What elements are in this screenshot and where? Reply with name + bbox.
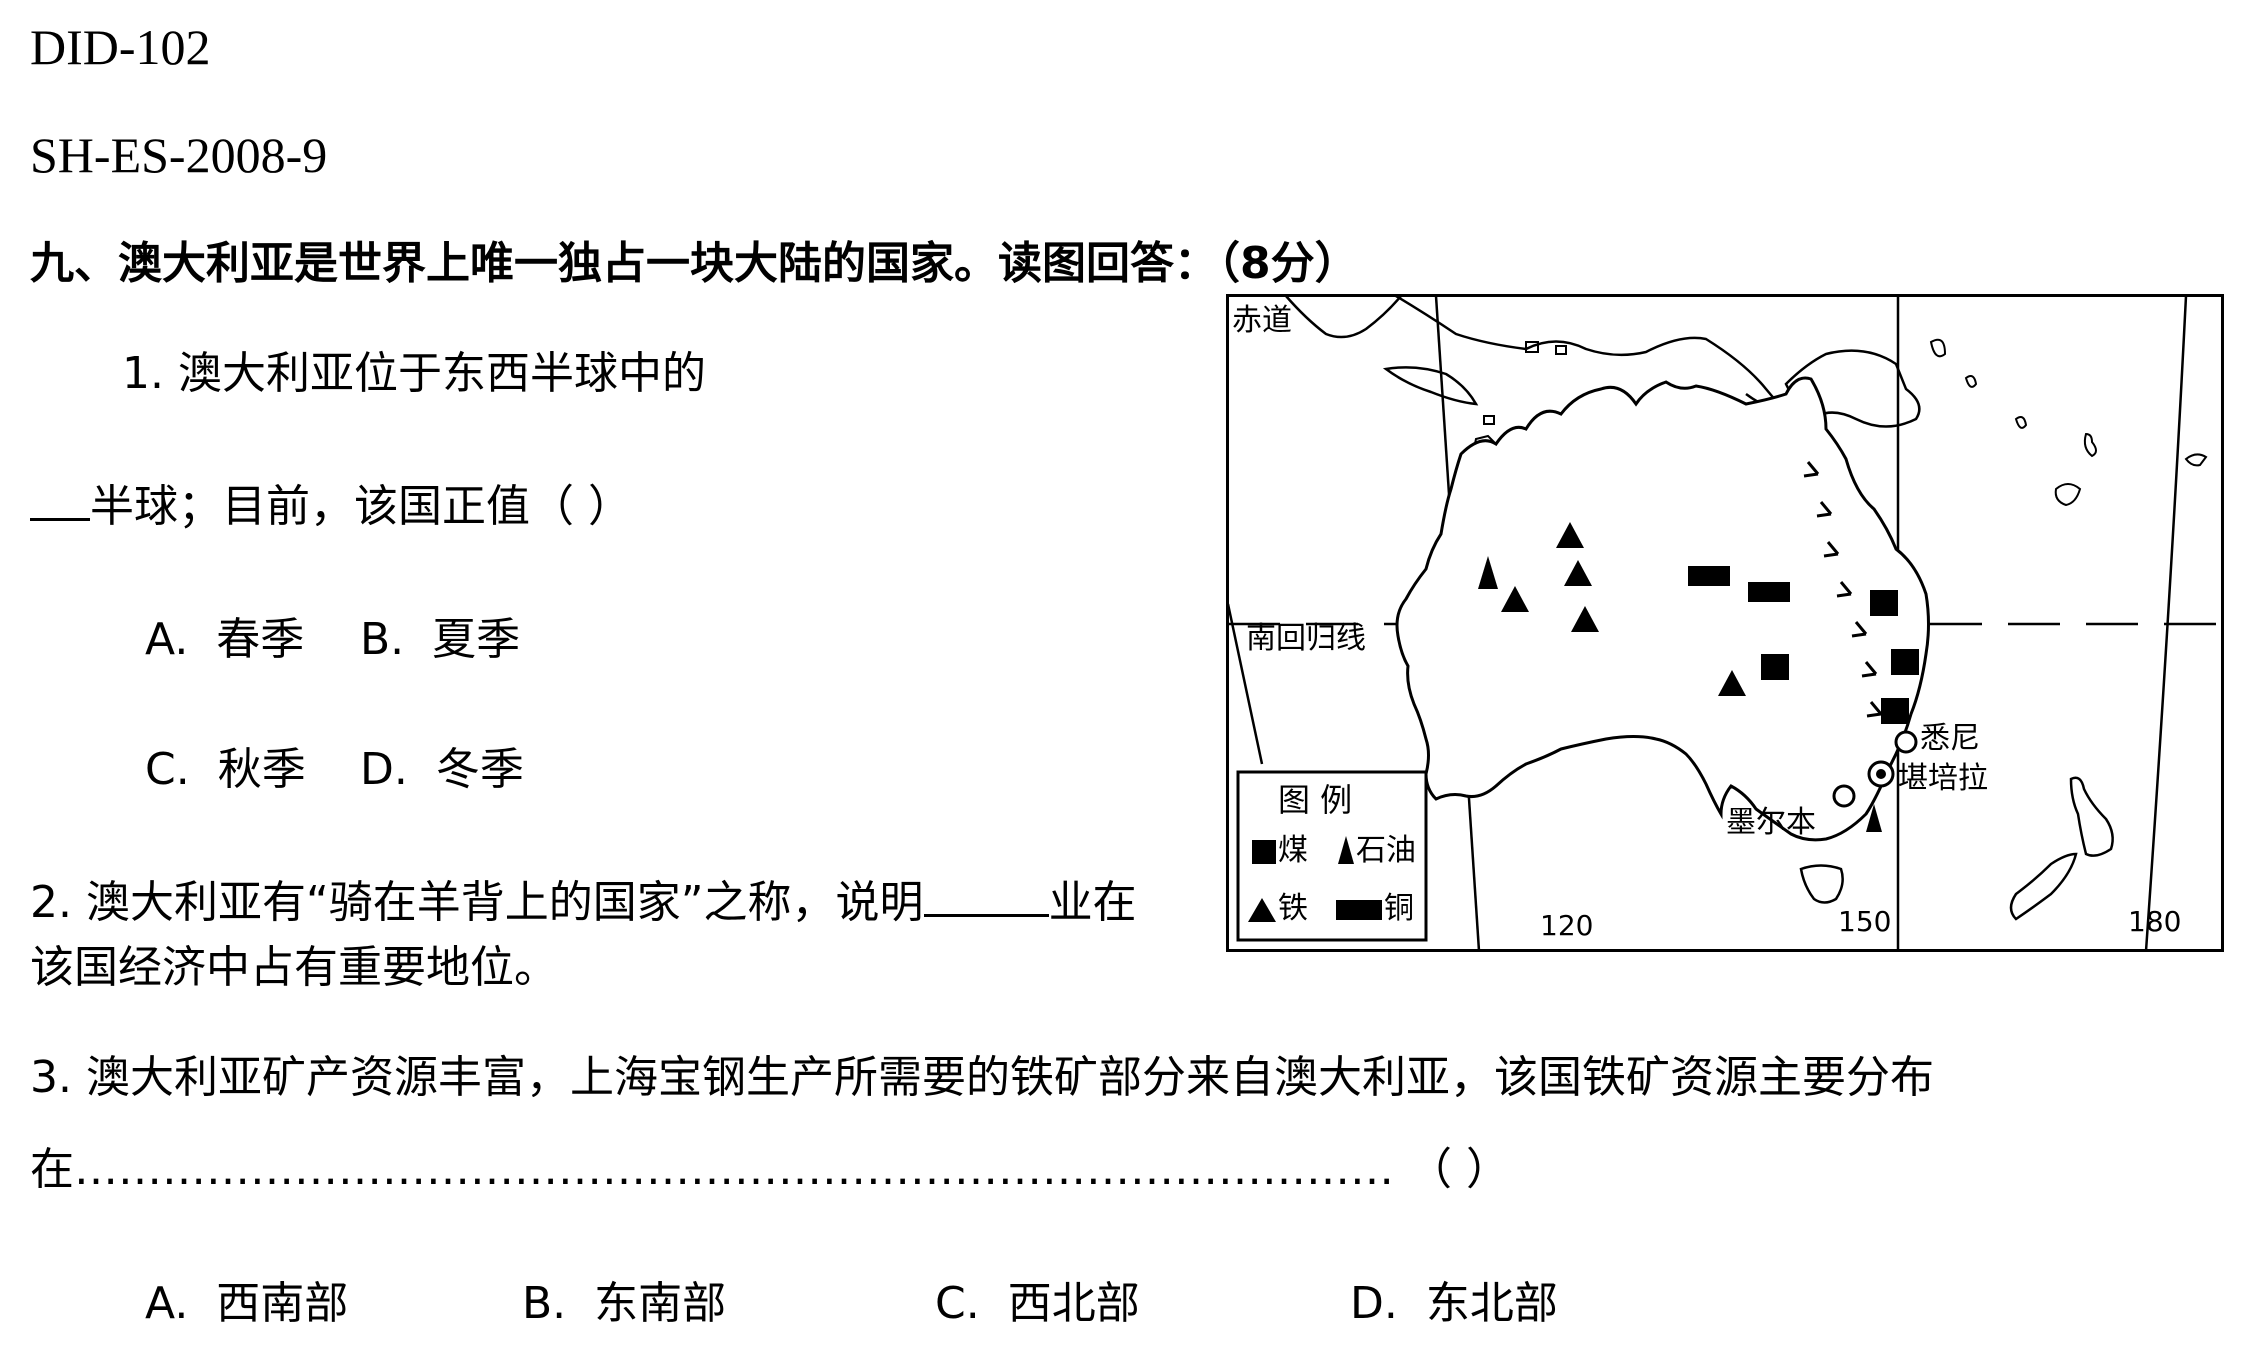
equator-label: 赤道: [1232, 303, 1292, 338]
capital-dot: [1876, 769, 1886, 779]
legend-iron-label: 铁: [1278, 891, 1308, 926]
coal-icon: [1761, 654, 1789, 680]
australia-map: 赤道 南回归线 120 150 180 悉尼 堪培拉 墨尔本 图 例 煤 石油 …: [1226, 294, 2224, 952]
q2-line2: 该国经济中占有重要地位。: [30, 942, 558, 993]
copper-icon: [1748, 582, 1790, 602]
q1-option-a[interactable]: A. 春季: [145, 618, 304, 662]
document-id: DID-102: [30, 19, 211, 75]
option-text: 冬季: [435, 744, 524, 795]
sydney-label: 悉尼: [1920, 721, 1980, 756]
q3-option-c[interactable]: C. 西北部: [935, 1282, 1140, 1326]
legend-copper-label: 铜: [1384, 891, 1414, 926]
q1-option-b[interactable]: B. 夏季: [360, 618, 520, 662]
q1-line1: 1. 澳大利亚位于东西半球中的: [122, 348, 706, 399]
q3-option-b[interactable]: B. 东南部: [522, 1282, 726, 1326]
option-text: 夏季: [432, 614, 521, 665]
option-text: 东北部: [1425, 1278, 1558, 1329]
option-letter: A.: [145, 1278, 189, 1329]
melbourne-marker: [1832, 784, 1856, 808]
option-letter: C.: [935, 1278, 980, 1329]
q3-option-d[interactable]: D. 东北部: [1350, 1282, 1558, 1326]
option-letter: D.: [360, 744, 408, 795]
longitude-tick-180: 180: [2128, 905, 2182, 938]
q3-line1: 3. 澳大利亚矿产资源丰富，上海宝钢生产所需要的铁矿部分来自澳大利亚，该国铁矿资…: [30, 1052, 1934, 1103]
legend-coal-icon: [1252, 840, 1276, 864]
option-letter: D.: [1350, 1278, 1398, 1329]
q1-line2: 半球；目前，该国正值（ ）: [30, 482, 632, 529]
option-letter: A.: [145, 614, 189, 665]
q1-line2-text: 半球；目前，该国正值（ ）: [90, 481, 632, 532]
copper-icon: [1688, 566, 1730, 586]
coal-icon: [1870, 590, 1898, 616]
q2-line1-tail: 业在: [1048, 877, 1137, 928]
coal-icon: [1891, 649, 1919, 675]
option-letter: C.: [145, 744, 190, 795]
tropic-label: 南回归线: [1246, 621, 1366, 656]
option-text: 春季: [216, 614, 305, 665]
sydney-marker: [1894, 730, 1918, 754]
q3-line2: 在……………………………………………………………………………… （ ）: [30, 1144, 1510, 1195]
q2-line1-text: 2. 澳大利亚有“骑在羊背上的国家”之称，说明: [30, 877, 924, 928]
q1-option-c[interactable]: C. 秋季: [145, 748, 306, 792]
option-text: 西北部: [1007, 1278, 1140, 1329]
answer-blank-hemisphere[interactable]: [30, 482, 90, 521]
option-text: 东南部: [594, 1278, 727, 1329]
legend-title: 图 例: [1278, 781, 1353, 819]
canberra-label: 堪培拉: [1898, 761, 1988, 796]
q3-option-a[interactable]: A. 西南部: [145, 1282, 348, 1326]
option-text: 西南部: [216, 1278, 349, 1329]
melbourne-label: 墨尔本: [1726, 805, 1816, 840]
source-code: SH-ES-2008-9: [30, 127, 328, 183]
option-letter: B.: [522, 1278, 567, 1329]
answer-blank-industry[interactable]: [923, 878, 1049, 917]
question-title: 九、澳大利亚是世界上唯一独占一块大陆的国家。读图回答：（8分）: [30, 238, 1359, 289]
longitude-tick-150: 150: [1838, 905, 1892, 938]
option-text: 秋季: [217, 744, 306, 795]
longitude-tick-120: 120: [1540, 909, 1594, 942]
q2-line1: 2. 澳大利亚有“骑在羊背上的国家”之称，说明 业在: [30, 878, 1137, 925]
legend-copper-icon: [1336, 900, 1382, 920]
coal-icon: [1881, 698, 1909, 724]
legend-oil-label: 石油: [1356, 833, 1416, 868]
legend-coal-label: 煤: [1278, 833, 1308, 868]
option-letter: B.: [360, 614, 405, 665]
q1-option-d[interactable]: D. 冬季: [360, 748, 524, 792]
